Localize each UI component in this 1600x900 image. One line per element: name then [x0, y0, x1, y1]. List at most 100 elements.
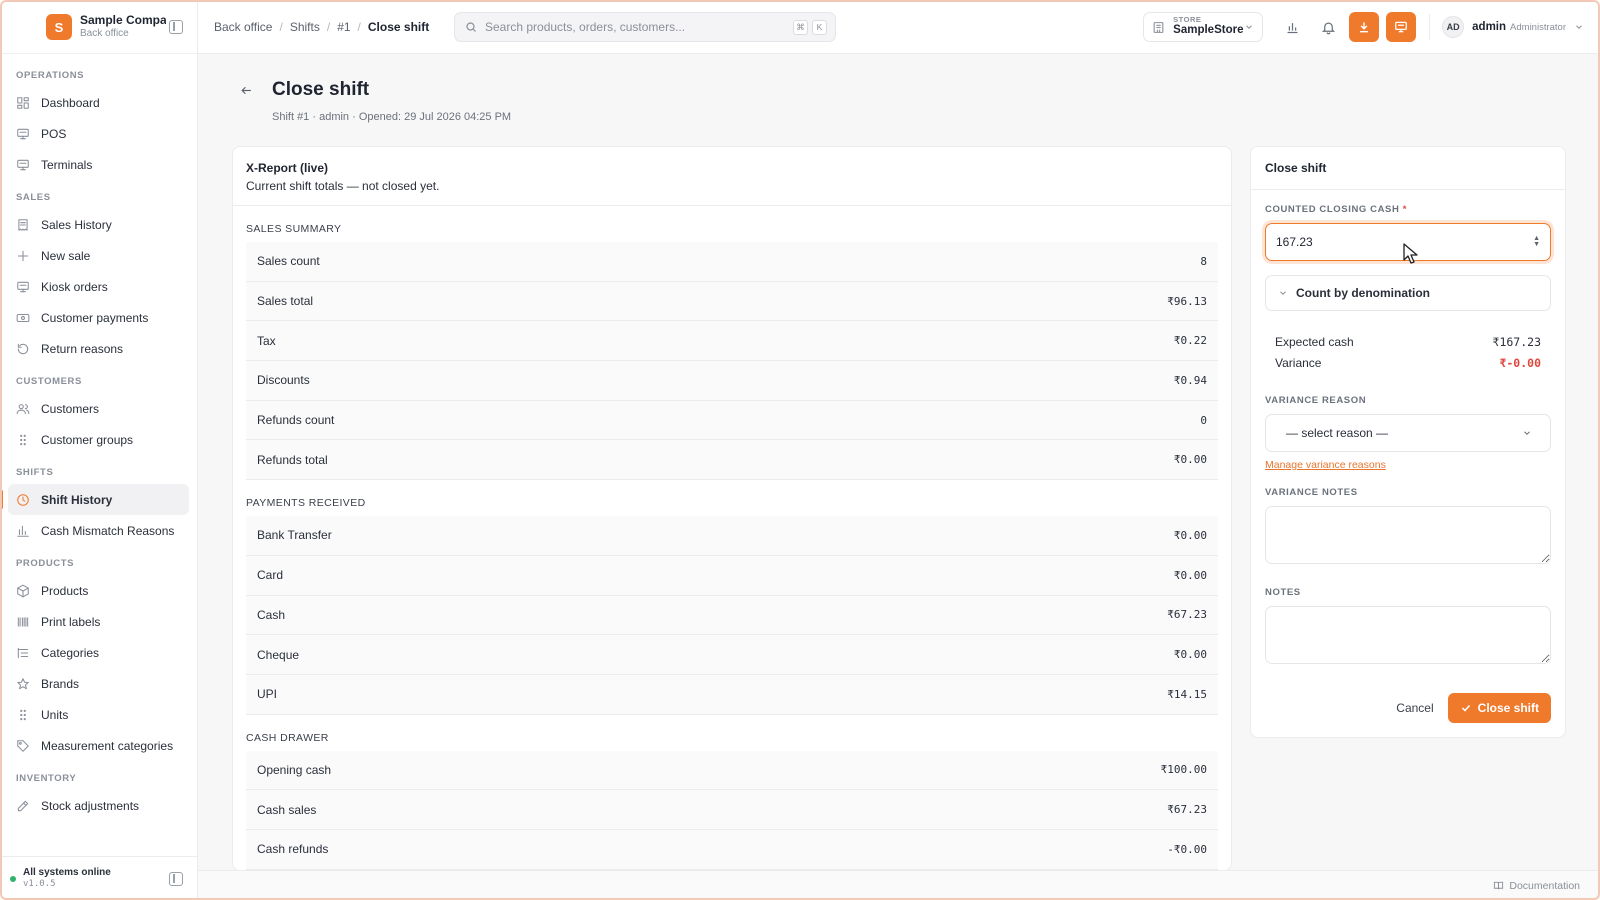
sidebar-collapse-icon[interactable]	[169, 20, 183, 34]
sidebar-item-products[interactable]: Products	[8, 575, 189, 606]
tag-icon	[16, 739, 30, 753]
grip-icon	[16, 708, 30, 722]
count-by-denomination-toggle[interactable]: Count by denomination	[1265, 275, 1551, 311]
sidebar-item-kiosk-orders[interactable]: Kiosk orders	[8, 271, 189, 302]
breadcrumb-shift-id[interactable]: #1	[337, 20, 350, 34]
topbar: Back office / Shifts / #1 / Close shift …	[198, 0, 1600, 54]
sidebar-item-new-sale[interactable]: New sale	[8, 240, 189, 271]
sidebar-item-brands[interactable]: Brands	[8, 668, 189, 699]
user-name: admin	[1472, 21, 1507, 33]
breadcrumb-back-office[interactable]: Back office	[214, 20, 272, 34]
chevron-down-icon	[1524, 431, 1530, 435]
row-value: 0	[1200, 413, 1207, 427]
sidebar-item-label: Customer payments	[41, 310, 149, 325]
breadcrumb-shifts[interactable]: Shifts	[290, 20, 320, 34]
sidebar: S Sample Compa Back office OPERATIONS Das…	[0, 0, 198, 900]
user-menu[interactable]: AD admin Administrator	[1442, 16, 1584, 38]
breadcrumb: Back office / Shifts / #1 / Close shift	[214, 19, 430, 34]
row-value: ₹0.00	[1173, 453, 1207, 467]
sidebar-item-label: New sale	[41, 248, 91, 263]
monitor-icon	[16, 280, 30, 294]
report-title: X-Report (live)	[246, 161, 329, 175]
brand[interactable]: S Sample Compa Back office	[0, 0, 197, 54]
star-icon	[16, 677, 30, 691]
denomination-label: Count by denomination	[1296, 286, 1430, 300]
variance-notes-input[interactable]	[1265, 506, 1551, 564]
row-label: Sales count	[257, 254, 320, 269]
status-text: All systems online	[23, 867, 111, 879]
check-icon	[1461, 704, 1470, 712]
variance-label: Variance	[1275, 355, 1322, 370]
table-row: Cash refunds -₹0.00	[246, 829, 1218, 870]
reports-button[interactable]	[1277, 12, 1307, 42]
brand-sub: Back office	[80, 27, 129, 39]
nav-section-operations: OPERATIONS	[16, 70, 85, 81]
sidebar-item-sales-history[interactable]: Sales History	[8, 209, 189, 240]
sidebar-item-label: Stock adjustments	[41, 798, 140, 813]
manage-variance-reasons-link[interactable]: Manage variance reasons	[1265, 459, 1386, 471]
row-label: Opening cash	[257, 762, 332, 777]
row-value: 8	[1200, 254, 1207, 268]
sidebar-item-label: Brands	[41, 676, 80, 691]
notifications-button[interactable]	[1313, 12, 1343, 42]
download-button[interactable]	[1349, 12, 1380, 42]
row-label: Cash sales	[257, 802, 317, 817]
documentation-link[interactable]: Documentation	[1509, 880, 1580, 892]
number-stepper-icon[interactable]: ▲ ▼	[1533, 235, 1540, 248]
store-selector[interactable]: STORE SampleStore	[1143, 12, 1264, 42]
cancel-button[interactable]: Cancel	[1396, 701, 1433, 715]
search-icon	[466, 22, 476, 32]
mouse-cursor-icon	[1403, 243, 1418, 264]
sidebar-item-label: Customer groups	[41, 432, 134, 447]
sidebar-item-stock-adjustments[interactable]: Stock adjustments	[8, 790, 189, 821]
notes-input[interactable]	[1265, 606, 1551, 664]
sidebar-item-terminals[interactable]: Terminals	[8, 149, 189, 180]
sidebar-item-print-labels[interactable]: Print labels	[8, 606, 189, 637]
pos-button[interactable]	[1386, 12, 1417, 42]
variance-notes-label: VARIANCE NOTES	[1265, 487, 1358, 498]
back-arrow-icon[interactable]	[240, 84, 253, 97]
app-version: v1.0.5	[23, 879, 56, 890]
sidebar-item-dashboard[interactable]: Dashboard	[8, 87, 189, 118]
variance-reason-select[interactable]: — select reason —	[1265, 414, 1551, 452]
sidebar-item-cash-mismatch-reasons[interactable]: Cash Mismatch Reasons	[8, 515, 189, 546]
book-icon	[1494, 881, 1504, 890]
sidebar-item-customer-groups[interactable]: Customer groups	[8, 424, 189, 455]
report-description: Current shift totals — not closed yet.	[246, 179, 440, 193]
sidebar-item-shift-history[interactable]: Shift History	[0, 484, 189, 515]
sidebar-item-customers[interactable]: Customers	[8, 393, 189, 424]
close-shift-title: Close shift	[1251, 147, 1565, 190]
sidebar-item-label: Terminals	[41, 157, 93, 172]
sidebar-item-customer-payments[interactable]: Customer payments	[8, 302, 189, 333]
row-label: Card	[257, 568, 284, 583]
breadcrumb-current: Close shift	[367, 19, 430, 34]
sidebar-item-pos[interactable]: POS	[8, 118, 189, 149]
panel-toggle-icon[interactable]	[169, 872, 183, 886]
sidebar-item-measurement-categories[interactable]: Measurement categories	[8, 730, 189, 761]
sidebar-item-categories[interactable]: Categories	[8, 637, 189, 668]
kbd-cmd: ⌘	[793, 19, 808, 35]
x-report-card: X-Report (live) Current shift totals — n…	[232, 146, 1232, 870]
chevron-down-icon	[1246, 25, 1253, 29]
variance-reason-value: — select reason —	[1286, 426, 1389, 440]
search-input[interactable]	[485, 20, 789, 34]
close-shift-button[interactable]: Close shift	[1447, 693, 1551, 723]
sidebar-item-label: POS	[41, 126, 67, 141]
table-row: Opening cash ₹100.00	[246, 750, 1218, 791]
sidebar-item-units[interactable]: Units	[8, 699, 189, 730]
table-row: Cheque ₹0.00	[246, 635, 1218, 675]
row-label: Refunds count	[257, 413, 335, 428]
grip-icon	[16, 433, 30, 447]
sidebar-item-return-reasons[interactable]: Return reasons	[8, 333, 189, 364]
table-row: Bank Transfer ₹0.00	[246, 516, 1218, 556]
report-section-cash-drawer: CASH DRAWER	[246, 731, 329, 744]
nav-section-shifts: SHIFTS	[16, 467, 54, 478]
monitor-icon	[16, 158, 30, 172]
global-search[interactable]: ⌘ K	[454, 12, 836, 42]
users-icon	[16, 402, 30, 416]
bar-chart-icon	[16, 524, 30, 538]
row-label: Cheque	[257, 647, 300, 662]
system-status: All systems online v1.0.5	[0, 856, 197, 900]
cash-summary: Expected cash ₹167.23 Variance ₹-0.00	[1265, 311, 1551, 373]
row-value: ₹0.00	[1173, 568, 1207, 582]
